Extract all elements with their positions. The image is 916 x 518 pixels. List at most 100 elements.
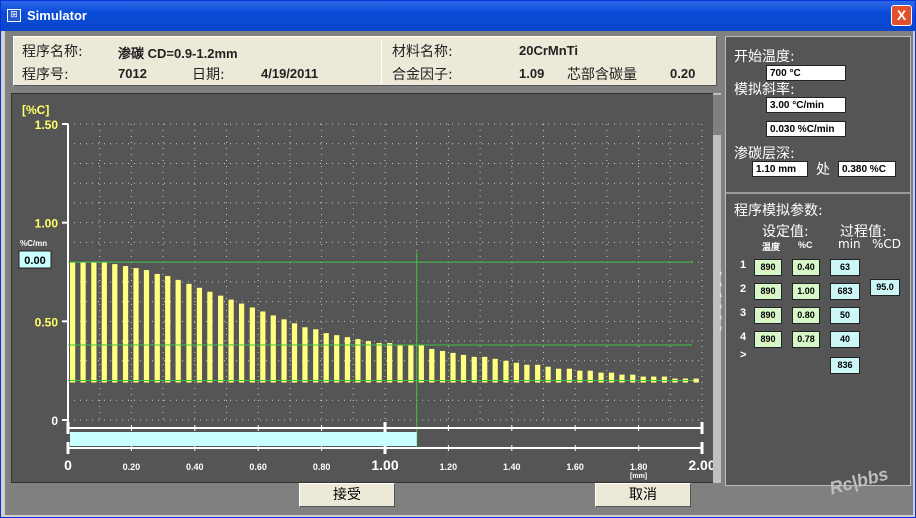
carbon-bar	[598, 372, 604, 383]
carbon-bar	[313, 329, 319, 383]
carbon-bar	[80, 262, 86, 383]
row-number: 3	[740, 307, 747, 319]
x-tick-label: 0.60	[249, 462, 267, 472]
carbon-bar	[291, 323, 298, 383]
x-tick-label: 0.40	[186, 462, 204, 472]
carbon-bar	[439, 350, 446, 383]
carbon-bar	[387, 343, 393, 383]
y-tick-label: 1.00	[35, 217, 59, 231]
setpoint-temp-field[interactable]: 890	[754, 283, 782, 300]
x-tick-label: 0.20	[123, 462, 141, 472]
case-carbon-field[interactable]: 0.380 %C	[838, 161, 896, 177]
carbon-bar	[207, 291, 213, 383]
carbon-bar	[397, 345, 403, 383]
row-number: 4	[740, 331, 747, 343]
accept-button[interactable]: 接受	[299, 483, 395, 507]
slope-temp-field[interactable]: 3.00 °C/min	[766, 97, 846, 113]
setpoint-temp-field[interactable]: 890	[754, 331, 782, 348]
y-tick-label: 0	[51, 414, 58, 428]
carbon-bar	[186, 283, 192, 383]
carbon-bar	[408, 345, 414, 383]
app-icon: ⊞	[7, 9, 21, 22]
material-value: 20CrMnTi	[519, 43, 578, 58]
carbon-bar	[260, 311, 266, 383]
close-button[interactable]: X	[891, 5, 912, 26]
total-min-value: 836	[830, 357, 860, 374]
carbon-bar	[651, 376, 657, 383]
col-min-header: min	[838, 237, 861, 251]
carbon-bar	[175, 279, 181, 383]
setpoint-carbon-field[interactable]: 0.80	[792, 307, 820, 324]
carbon-bar	[513, 362, 520, 383]
date-value: 4/19/2011	[261, 66, 319, 81]
case-depth-field[interactable]: 1.10 mm	[752, 161, 808, 177]
carbon-bar	[524, 364, 530, 383]
carbon-bar	[270, 315, 276, 383]
material-label: 材料名称:	[392, 44, 453, 60]
rate-value: 0.00	[24, 255, 45, 267]
x-tick-label: 1.00	[371, 457, 398, 473]
client-area: 程序名称: 渗碳 CD=0.9-1.2mm 程序号: 7012 日期: 4/19…	[5, 31, 913, 515]
carbon-bar	[535, 364, 541, 383]
x-tick-label: 2.00	[688, 457, 714, 473]
program-no-label: 程序号:	[22, 67, 69, 83]
x-tick-label: 1.80	[630, 462, 648, 472]
setpoint-temp-field[interactable]: 890	[754, 259, 782, 276]
carbon-bar	[165, 275, 171, 383]
depth-progress-bar	[70, 432, 417, 446]
core-carbon-label: 芯部含碳量	[567, 67, 637, 83]
window-title: Simulator	[27, 8, 87, 23]
setpoint-carbon-field[interactable]: 0.78	[792, 331, 820, 348]
process-min-value[interactable]: 50	[830, 307, 860, 324]
carbon-bar	[122, 266, 129, 383]
at-label: 处	[816, 162, 830, 178]
setpoint-carbon-field[interactable]: 0.40	[792, 259, 820, 276]
y-tick-label: 1.50	[35, 118, 59, 132]
program-info-panel: 程序名称: 渗碳 CD=0.9-1.2mm 程序号: 7012 日期: 4/19…	[13, 36, 717, 86]
carbon-bar	[630, 374, 636, 383]
core-carbon-value: 0.20	[670, 66, 696, 81]
carbon-bar	[91, 262, 97, 383]
carbon-bar	[460, 354, 467, 383]
carbon-bar	[218, 295, 224, 383]
carbon-bar	[608, 372, 615, 383]
carbon-bar	[133, 268, 139, 383]
x-axis-label: [mm]	[630, 473, 647, 480]
y-tick-label: 0.50	[35, 315, 59, 329]
process-min-value[interactable]: 683	[830, 283, 860, 300]
x-tick-label: 1.40	[503, 462, 521, 472]
x-tick-label: 1.20	[440, 462, 458, 472]
program-name-label: 程序名称:	[22, 44, 83, 60]
carbon-bar	[101, 262, 107, 383]
carbon-bar	[238, 303, 245, 383]
cd-value: 95.0	[870, 279, 900, 296]
carbon-bar	[281, 319, 287, 383]
x-tick-label: 1.60	[566, 462, 584, 472]
case-depth-label: 渗碳层深:	[734, 146, 795, 162]
carbon-profile-chart: [%C] 0 0.50 1.00 1.50 %C/mn 0.00 0 0.20 0.40 0.60 0…	[18, 103, 714, 480]
carbon-bar	[355, 339, 361, 383]
carbon-bar	[70, 262, 76, 383]
col-carbon-header: %C	[798, 240, 813, 250]
process-min-value[interactable]: 63	[830, 259, 860, 276]
carbon-bar	[302, 327, 308, 383]
info-divider	[381, 40, 382, 84]
carbon-bar	[429, 348, 435, 383]
slope-carbon-field[interactable]: 0.030 %C/min	[766, 121, 846, 137]
carbon-bar	[503, 360, 509, 383]
carbon-bar	[228, 299, 234, 383]
setpoint-temp-field[interactable]: 890	[754, 307, 782, 324]
carbon-bar	[376, 343, 382, 383]
process-min-value[interactable]: 40	[830, 331, 860, 348]
cancel-button[interactable]: 取消	[595, 483, 691, 507]
scrollbar-thumb[interactable]	[713, 95, 721, 135]
carbon-bar	[323, 333, 329, 383]
side-divider	[726, 192, 910, 194]
carbon-bar	[365, 341, 371, 383]
carbon-bar	[334, 335, 340, 383]
start-temp-label: 开始温度:	[734, 49, 795, 65]
date-label: 日期:	[192, 67, 225, 83]
carbon-bar	[619, 374, 625, 383]
title-bar[interactable]: ⊞ Simulator X	[1, 1, 915, 31]
setpoint-carbon-field[interactable]: 1.00	[792, 283, 820, 300]
